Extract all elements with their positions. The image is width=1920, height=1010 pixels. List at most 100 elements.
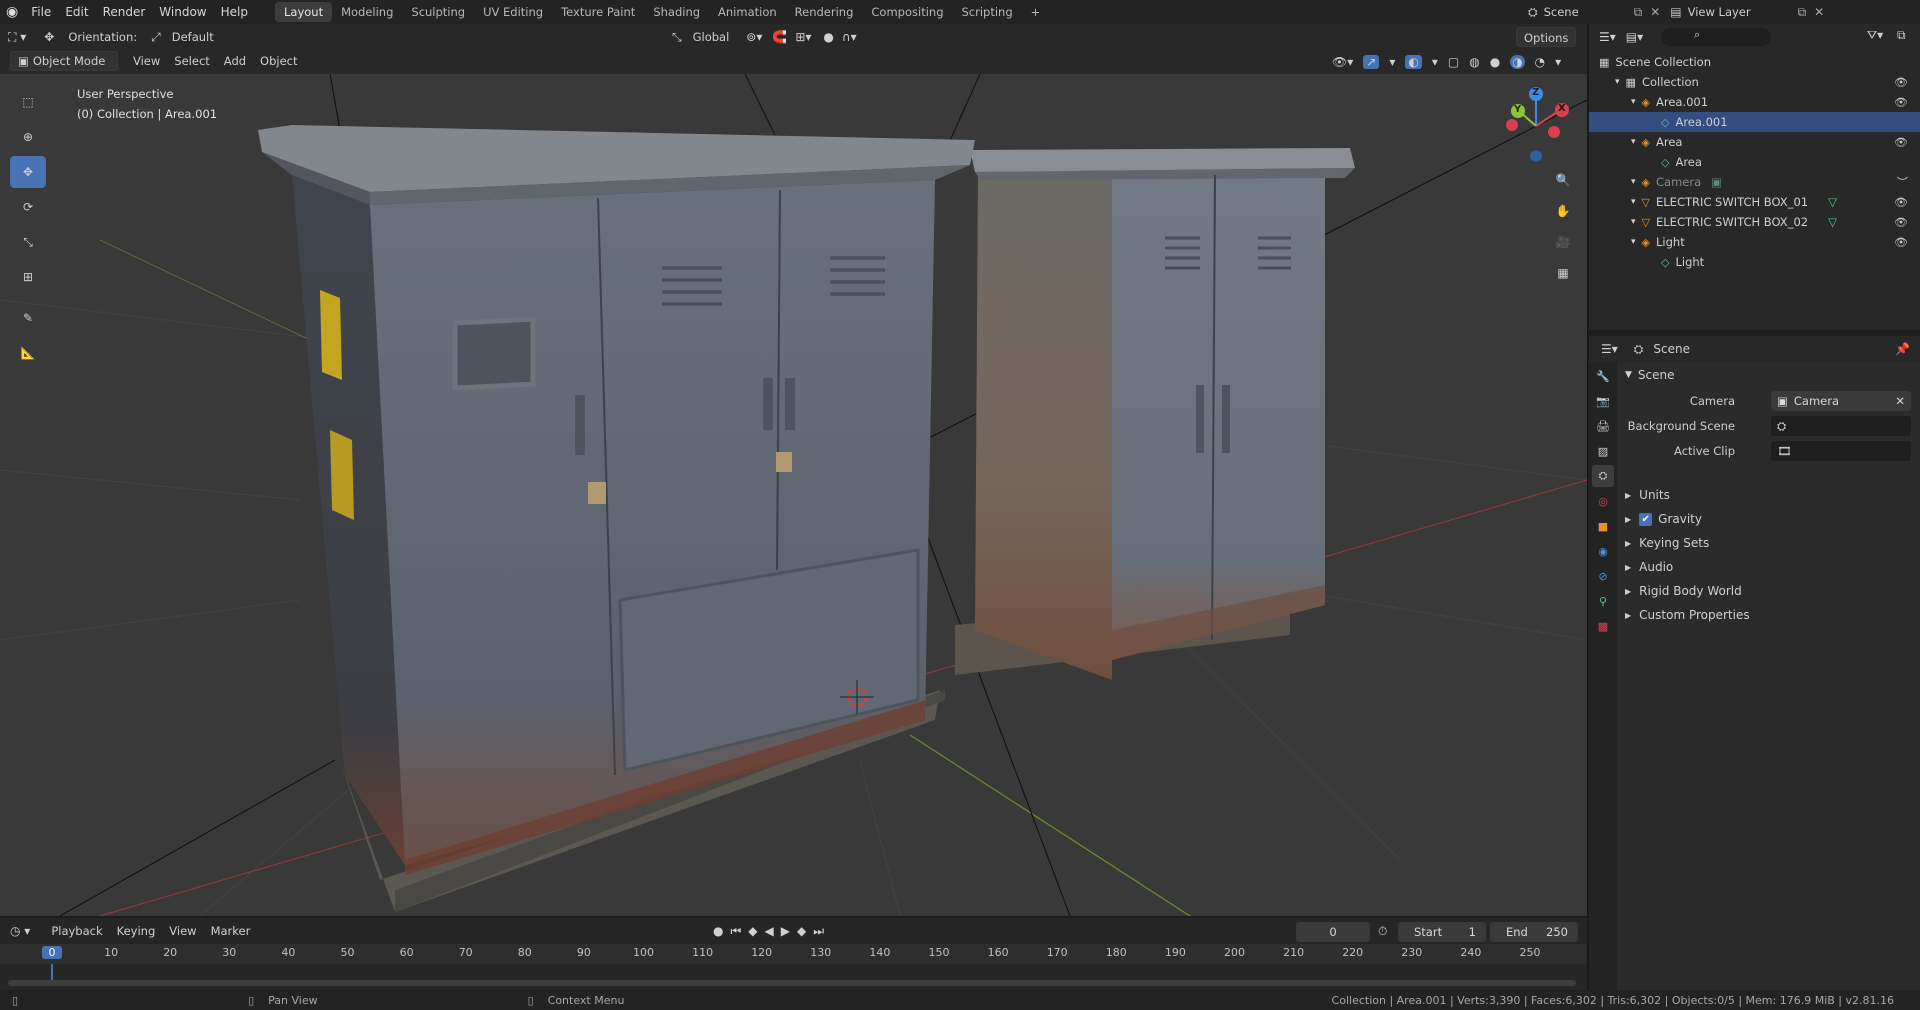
- view-layer-icon[interactable]: ▤: [1670, 5, 1681, 19]
- electric-switch-box-02[interactable]: [955, 148, 1355, 680]
- outliner-item[interactable]: ▾ ▦ Collection 👁: [1589, 72, 1920, 92]
- menu-view[interactable]: View: [126, 51, 167, 71]
- view-layer-tab-icon[interactable]: ▨: [1592, 440, 1614, 462]
- tab-texture-paint[interactable]: Texture Paint: [552, 2, 644, 22]
- snap-icon[interactable]: 🧲: [772, 30, 787, 44]
- proportional-edit-icon[interactable]: ●: [823, 30, 833, 44]
- tab-compositing[interactable]: Compositing: [862, 2, 952, 22]
- scene-tab-icon[interactable]: ⛭: [1592, 465, 1614, 487]
- outliner-item[interactable]: ▾ ▽ ELECTRIC SWITCH BOX_01 ▽ 👁: [1589, 192, 1920, 212]
- new-collection-icon[interactable]: ⧉: [1897, 28, 1906, 43]
- tab-shading[interactable]: Shading: [644, 2, 709, 22]
- disclosure-triangle-icon[interactable]: ▾: [1615, 77, 1620, 87]
- outliner-item[interactable]: ◇ Light: [1589, 252, 1920, 272]
- material-shading-icon[interactable]: ◑: [1510, 55, 1525, 69]
- visibility-eye-icon[interactable]: 👁: [1894, 136, 1908, 149]
- menu-window[interactable]: Window: [152, 0, 213, 24]
- menu-marker[interactable]: Marker: [204, 921, 258, 941]
- menu-playback[interactable]: Playback: [44, 921, 109, 941]
- end-frame-field[interactable]: End 250: [1490, 922, 1578, 942]
- solid-shading-icon[interactable]: ●: [1490, 55, 1500, 69]
- active-clip-field[interactable]: 🎞: [1771, 441, 1911, 461]
- visibility-eye-icon[interactable]: 👁: [1894, 96, 1908, 109]
- data-tab-icon[interactable]: ⚲: [1592, 590, 1614, 612]
- remove-scene-icon[interactable]: ✕: [1650, 5, 1660, 19]
- outliner-search-input[interactable]: [1661, 28, 1772, 46]
- camera-data-icon[interactable]: ▣: [1711, 175, 1722, 189]
- electric-switch-box-01[interactable]: [258, 125, 975, 912]
- outliner-item[interactable]: ◇ Area: [1589, 152, 1920, 172]
- transform-orientation-dropdown[interactable]: Global: [686, 27, 737, 47]
- outliner-item[interactable]: ▾ ◈ Area 👁: [1589, 132, 1920, 152]
- falloff-icon[interactable]: ∩▾: [842, 30, 857, 44]
- tab-layout[interactable]: Layout: [274, 2, 333, 22]
- visibility-eye-icon[interactable]: 👁: [1894, 216, 1908, 229]
- record-icon[interactable]: ●: [713, 924, 723, 938]
- transform-icon[interactable]: ⊞: [10, 261, 46, 293]
- new-scene-icon[interactable]: ⧉: [1634, 5, 1643, 20]
- axis-gizmo[interactable]: [1500, 86, 1580, 166]
- rotate-icon[interactable]: ⟳: [10, 191, 46, 223]
- frame-ruler[interactable]: 0 10 20 30 40 50 60 70 80 90 100 110 120 130 140 150 160…: [0, 944, 1587, 984]
- start-frame-field[interactable]: Start 1: [1398, 922, 1486, 942]
- timeline-scrollbar[interactable]: [8, 980, 1576, 986]
- clear-camera-icon[interactable]: ✕: [1895, 394, 1905, 408]
- outliner-item[interactable]: ▦ Scene Collection: [1589, 52, 1920, 72]
- wireframe-shading-icon[interactable]: ◍: [1469, 55, 1479, 69]
- tab-modeling[interactable]: Modeling: [332, 2, 402, 22]
- pin-icon[interactable]: 📌: [1895, 342, 1910, 356]
- outliner-item[interactable]: ▾ ◈ Light 👁: [1589, 232, 1920, 252]
- object-tab-icon[interactable]: ■: [1592, 515, 1614, 537]
- menu-help[interactable]: Help: [214, 0, 255, 24]
- overlays-dropdown-icon[interactable]: ▾: [1432, 55, 1438, 69]
- zoom-icon[interactable]: 🔍: [1550, 166, 1576, 194]
- panel-section-header[interactable]: ▶ Custom Properties: [1625, 604, 1750, 626]
- mesh-data-icon[interactable]: ▽: [1828, 215, 1837, 229]
- display-mode-icon[interactable]: ▤▾: [1626, 30, 1643, 44]
- gizmo-dropdown-icon[interactable]: ▾: [1389, 55, 1395, 69]
- disclosure-triangle-icon[interactable]: ▾: [1631, 177, 1636, 187]
- gizmo-toggle-icon[interactable]: ↗: [1363, 55, 1380, 69]
- snap-mode-icon[interactable]: ⊞▾: [795, 30, 811, 44]
- visibility-icon[interactable]: 👁▾: [1332, 55, 1353, 69]
- disclosure-triangle-icon[interactable]: ▾: [1631, 237, 1636, 247]
- gravity-checkbox[interactable]: ✔: [1639, 512, 1653, 526]
- timeline-editor-type-icon[interactable]: ◷ ▾: [10, 924, 30, 938]
- overlays-toggle-icon[interactable]: ◐: [1405, 55, 1422, 69]
- tab-scripting[interactable]: Scripting: [953, 2, 1022, 22]
- scene-icon[interactable]: ⛭: [1528, 5, 1538, 20]
- disclosure-triangle-icon[interactable]: ▾: [1631, 137, 1636, 147]
- play-reverse-icon[interactable]: ◀: [765, 924, 774, 938]
- shading-options-icon[interactable]: ▾: [1555, 55, 1561, 69]
- outliner-item[interactable]: ◇ Area.001: [1589, 112, 1920, 132]
- scene-name[interactable]: Scene: [1544, 5, 1634, 19]
- render-tab-icon[interactable]: 📷: [1592, 390, 1614, 412]
- panel-section-header[interactable]: ▶ Keying Sets: [1625, 532, 1709, 554]
- outliner-item[interactable]: ▾ ▽ ELECTRIC SWITCH BOX_02 ▽ 👁: [1589, 212, 1920, 232]
- blender-logo-icon[interactable]: ◉: [6, 4, 18, 20]
- new-view-layer-icon[interactable]: ⧉: [1798, 5, 1807, 20]
- panel-section-header[interactable]: ▶ Audio: [1625, 556, 1673, 578]
- area-divider[interactable]: [1587, 24, 1588, 990]
- disclosure-triangle-icon[interactable]: ▾: [1631, 197, 1636, 207]
- visibility-eye-icon[interactable]: 👁: [1894, 196, 1908, 209]
- menu-keying[interactable]: Keying: [110, 921, 163, 941]
- world-tab-icon[interactable]: ◎: [1592, 490, 1614, 512]
- background-scene-field[interactable]: ⛭: [1771, 416, 1911, 436]
- menu-add[interactable]: Add: [217, 51, 253, 71]
- current-frame-marker[interactable]: 0: [42, 946, 62, 959]
- pivot-point-icon[interactable]: ⊚▾: [746, 30, 762, 44]
- orthographic-toggle-icon[interactable]: ▦: [1550, 259, 1576, 287]
- annotate-icon[interactable]: ✎: [10, 302, 46, 334]
- view-layer-name[interactable]: View Layer: [1688, 5, 1798, 19]
- filter-icon[interactable]: ⛛▾: [1867, 28, 1883, 43]
- properties-editor-type-icon[interactable]: ☰▾: [1601, 342, 1618, 356]
- options-dropdown[interactable]: Options: [1516, 27, 1577, 47]
- xray-icon[interactable]: ▢: [1448, 55, 1459, 69]
- camera-view-icon[interactable]: 🎥: [1550, 228, 1576, 256]
- mode-dropdown[interactable]: ▣ Object Mode: [10, 51, 118, 71]
- tab-animation[interactable]: Animation: [709, 2, 786, 22]
- tab-sculpting[interactable]: Sculpting: [402, 2, 474, 22]
- outliner-editor-type-icon[interactable]: ☰▾: [1599, 30, 1616, 44]
- physics-tab-icon[interactable]: ◉: [1592, 540, 1614, 562]
